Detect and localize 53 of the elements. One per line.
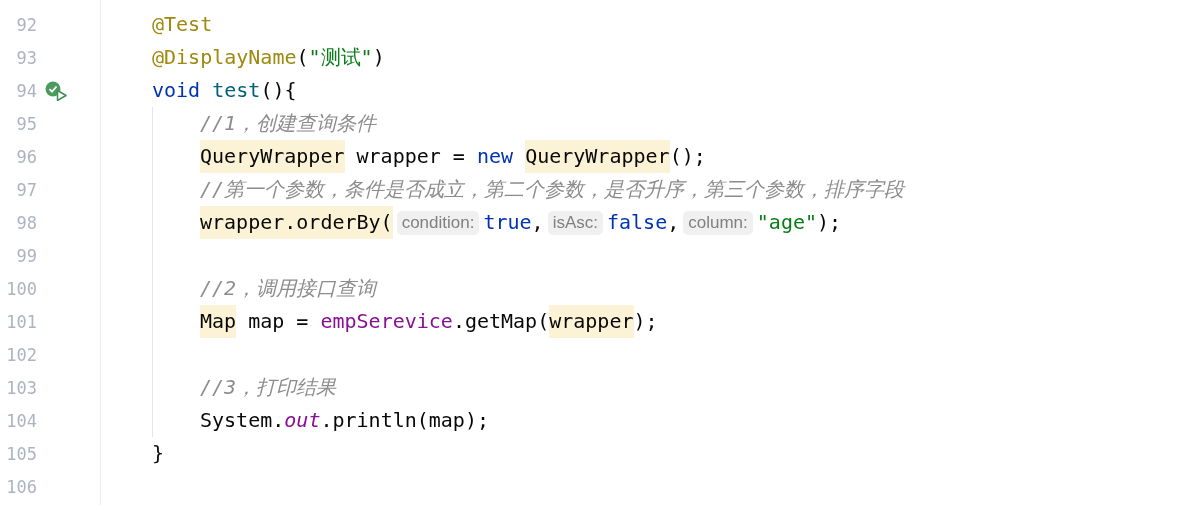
keyword: new: [476, 143, 515, 170]
code-comment: //2，调用接口查询: [200, 275, 377, 302]
code-comment: //1，创建查询条件: [200, 110, 377, 137]
run-test-icon[interactable]: [45, 80, 69, 101]
parameter-hint: condition:: [396, 210, 480, 235]
code-text: wrapper =: [355, 143, 466, 170]
code-text: ): [372, 44, 385, 71]
code-text: System.: [200, 407, 285, 434]
line-number: 102: [5, 344, 37, 365]
line-number: 93: [15, 47, 37, 68]
line-number: 95: [15, 113, 37, 134]
string-literal: "age": [756, 209, 817, 236]
line-number: 100: [5, 278, 37, 299]
code-text: ,: [531, 209, 544, 236]
line-number: 98: [15, 212, 37, 233]
line-number: 92: [15, 14, 37, 35]
field-name: out: [284, 407, 321, 434]
code-text: .getMap(: [452, 308, 550, 335]
code-text: wrapper: [549, 305, 634, 338]
line-number: 99: [15, 245, 37, 266]
keyword: true: [483, 209, 532, 236]
line-number: 103: [5, 377, 37, 398]
code-text: );: [817, 209, 842, 236]
code-text: .println(map);: [320, 407, 489, 434]
code-text: wrapper.orderBy(: [200, 206, 393, 239]
line-number: 105: [5, 443, 37, 464]
line-number: 96: [15, 146, 37, 167]
code-text: QueryWrapper: [525, 140, 670, 173]
code-text: ();: [669, 143, 706, 170]
code-text: );: [633, 308, 658, 335]
code-text: QueryWrapper: [200, 140, 345, 173]
code-text: (){: [260, 77, 297, 104]
code-text: }: [152, 440, 165, 467]
field-name: empSerevice: [320, 308, 453, 335]
parameter-hint: column:: [683, 210, 753, 235]
line-number: 104: [5, 410, 37, 431]
code-comment: //3，打印结果: [200, 374, 337, 401]
string-literal: "测试": [308, 44, 373, 71]
keyword: false: [607, 209, 668, 236]
code-text: ,: [667, 209, 680, 236]
code-text: map =: [247, 308, 310, 335]
line-number: 97: [15, 179, 37, 200]
parameter-hint: isAsc:: [547, 210, 603, 235]
line-number: 101: [5, 311, 37, 332]
keyword: void: [152, 77, 202, 104]
method-name: test: [212, 77, 261, 104]
annotation: @Test: [152, 11, 213, 38]
code-comment: //第一个参数，条件是否成立，第二个参数，是否升序，第三个参数，排序字段: [200, 176, 905, 203]
annotation: @DisplayName: [152, 44, 297, 71]
code-text: Map: [200, 305, 237, 338]
line-number: 94: [15, 80, 37, 101]
line-number: 106: [5, 476, 37, 497]
code-text: (: [296, 44, 309, 71]
